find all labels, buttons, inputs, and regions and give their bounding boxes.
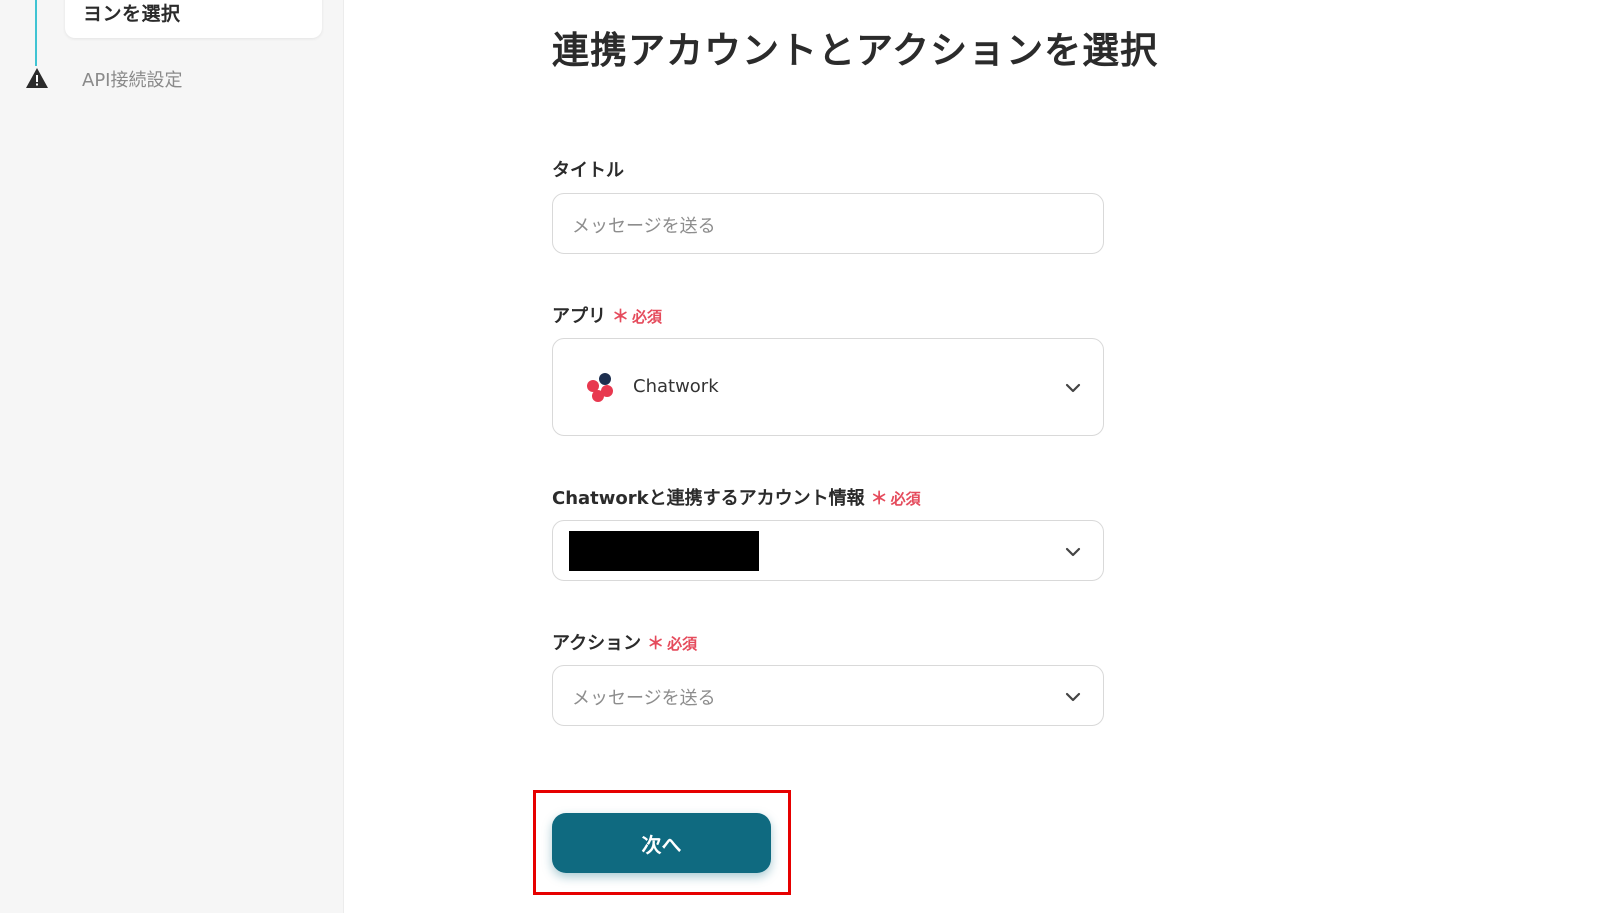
action-label-text: アクション (552, 633, 642, 654)
account-field-label: Chatworkと連携するアカウント情報＊必須 (552, 484, 921, 510)
redacted-account-value (569, 531, 759, 571)
title-field-label: タイトル (552, 156, 624, 182)
required-indicator: ＊必須 (612, 307, 663, 327)
sidebar-step-api-connection[interactable]: API接続設定 (82, 66, 182, 92)
action-select[interactable]: メッセージを送る (552, 665, 1104, 726)
chevron-down-icon[interactable] (1065, 383, 1081, 393)
step-progress-line (35, 0, 37, 66)
account-label-text: Chatworkと連携するアカウント情報 (552, 488, 865, 509)
next-button[interactable]: 次へ (552, 813, 771, 873)
account-select[interactable] (552, 520, 1104, 581)
chatwork-logo-icon (587, 373, 613, 402)
chevron-down-icon[interactable] (1065, 547, 1081, 557)
selected-app-name: Chatwork (633, 376, 719, 397)
chevron-down-icon[interactable] (1065, 692, 1081, 702)
warning-triangle-icon (26, 68, 48, 88)
title-label-text: タイトル (552, 160, 624, 181)
sidebar: ヨンを選択 API接続設定 (0, 0, 344, 913)
required-indicator: ＊必須 (870, 489, 921, 509)
sidebar-step-label: ヨンを選択 (83, 3, 181, 25)
app-select[interactable]: Chatwork (552, 338, 1104, 436)
title-input-value: メッセージを送る (572, 216, 716, 237)
title-input[interactable]: メッセージを送る (552, 193, 1104, 254)
sidebar-step-select-action[interactable]: ヨンを選択 (65, 0, 322, 38)
required-indicator: ＊必須 (647, 634, 698, 654)
app-label-text: アプリ (552, 306, 606, 327)
action-select-value: メッセージを送る (572, 688, 716, 709)
action-field-label: アクション＊必須 (552, 629, 697, 655)
app-field-label: アプリ ＊必須 (552, 302, 662, 328)
page-title: 連携アカウントとアクションを選択 (552, 29, 1159, 72)
